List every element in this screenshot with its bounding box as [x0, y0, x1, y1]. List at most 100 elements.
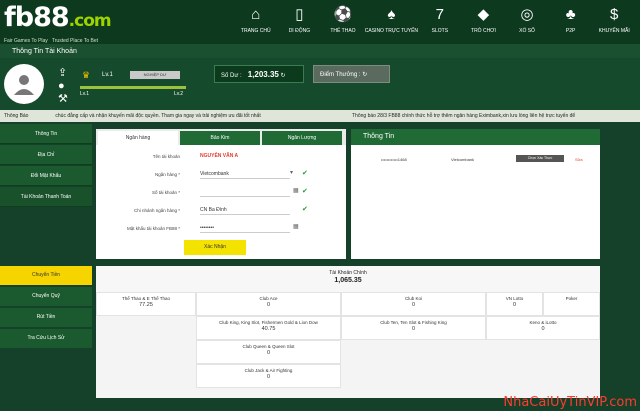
brand-logo[interactable]: fb88.com Fair Games To Play Trusted Plac… — [4, 4, 136, 42]
saved-account-panel: Thông Tin ••••••••••••1468 Vietcombank S… — [351, 129, 600, 259]
funds-item[interactable]: Rút Tiền — [0, 308, 92, 327]
nav-label: CASINO TRỰC TUYẾN — [365, 28, 418, 34]
wallet-value: 0 — [197, 350, 340, 356]
wallet-name: Club Ace — [197, 296, 340, 301]
nav-label: TRANG CHỦ — [241, 28, 271, 34]
tab-1[interactable]: Bảo Kim — [180, 131, 260, 145]
nav-label: XỔ SỐ — [519, 28, 535, 34]
sidebar-item[interactable]: Thông Tin — [0, 124, 92, 144]
nav-item[interactable]: 7 SLOTS — [418, 6, 462, 42]
refresh-icon[interactable]: ↻ — [281, 73, 286, 79]
wallet-name: Club King, King Slot, Fishermen Gold & L… — [197, 320, 340, 325]
saved-bank-name: Vietcombank — [451, 157, 474, 162]
wallet-value: 0 — [487, 302, 542, 308]
wallet-panel: Tài Khoản Chính 1,065.35 Thể Thao & E Th… — [96, 266, 600, 398]
account-sidebar: Thông TinĐịa ChỉĐổi Mật KhẩuTài Khoản Th… — [0, 124, 92, 208]
lottery-icon: ◎ — [518, 6, 536, 24]
branch-input[interactable]: CN Ba Đình — [200, 205, 290, 215]
tab-2[interactable]: Ngân Lượng — [262, 131, 342, 145]
nav-item[interactable]: ◆TRÒ CHƠI — [462, 6, 506, 42]
password-row: Mật khẩu tài khoản FB88 * •••••••• ▦ — [96, 223, 346, 235]
brand-name: fb88.com — [4, 4, 136, 35]
keyboard-icon[interactable]: ▦ — [293, 223, 299, 230]
keyboard-icon[interactable]: ▦ — [293, 187, 299, 194]
nav-item[interactable]: ▯ DI ĐỘNG — [278, 6, 322, 42]
slot-machine-icon: 7 — [431, 6, 449, 24]
level-progress-bar — [80, 86, 186, 89]
check-icon: ✔ — [302, 169, 308, 177]
nav-item[interactable]: $ KHUYẾN MÃI — [592, 6, 636, 42]
saved-account-number: ••••••••••••1468 — [381, 157, 407, 162]
funds-item[interactable]: Chuyển Quỹ — [0, 287, 92, 306]
nav-label: KHUYẾN MÃI — [599, 28, 630, 34]
wallet-name: Club Jack & Air Fighting — [197, 368, 340, 373]
cards-icon: ♠ — [382, 6, 400, 24]
promotion-icon: $ — [605, 6, 623, 24]
wallet-cell: VN Lotto0 — [486, 292, 543, 316]
account-number-row: Số tài khoản * ▦ ✔ — [96, 187, 346, 199]
notice-text: chúc đằng cấp và nhận khuyến mãi độc quy… — [55, 113, 260, 119]
main-account-label: Tài Khoản Chính — [96, 270, 600, 276]
funds-item[interactable]: Chuyển Tiền — [0, 266, 92, 285]
wallet-name: Keno & iLotto — [487, 320, 599, 325]
upload-icon[interactable]: ⇪ — [58, 66, 67, 79]
mobile-icon: ▯ — [290, 6, 308, 24]
wallet-cell: Club Queen & Queen Slot0 — [196, 340, 341, 364]
watermark: NhaCaiUyTinVIP.com — [503, 395, 637, 410]
edit-link[interactable]: Sửa — [575, 157, 583, 162]
password-input[interactable]: •••••••• — [200, 223, 290, 233]
avatar[interactable] — [4, 64, 44, 104]
wallet-name: VN Lotto — [487, 296, 542, 301]
tools-icon[interactable]: ⚒ — [58, 92, 68, 105]
wallet-cell: Club King, King Slot, Fishermen Gold & L… — [196, 316, 341, 340]
user-icon[interactable]: ● — [58, 80, 65, 92]
sidebar-item[interactable]: Tài Khoản Thanh Toán — [0, 187, 92, 207]
check-icon: ✔ — [302, 205, 308, 213]
notice-badge: Thông Báo — [4, 113, 54, 119]
bank-row: Ngân hàng * Vietcombank ▾ ✔ — [96, 169, 346, 181]
wallet-value: 0 — [487, 326, 599, 332]
nav-label: SLOTS — [432, 28, 448, 34]
level-to: Lv.2 — [174, 91, 183, 97]
branch-row: Chi nhánh ngân hàng * CN Ba Đình ✔ — [96, 205, 346, 217]
bank-select[interactable]: Vietcombank — [200, 169, 290, 179]
soccer-ball-icon: ⚽ — [334, 6, 352, 24]
nav-label: DI ĐỘNG — [289, 28, 310, 34]
balance-value: 1,203.35 — [248, 70, 279, 79]
chevron-down-icon: ▾ — [290, 169, 293, 176]
wallet-name: Club Queen & Queen Slot — [197, 344, 340, 349]
nav-item[interactable]: ⌂ TRANG CHỦ — [234, 6, 278, 42]
wallet-cell: Club Ten, Ten Slot & Fishing King0 — [341, 316, 486, 340]
wallet-name: Club Ten, Ten Slot & Fishing King — [342, 320, 485, 325]
wallet-value: 0 — [197, 302, 340, 308]
points-box[interactable]: Điểm Thưởng : ↻ — [313, 65, 390, 83]
level-label: Lv.1 — [102, 72, 113, 78]
p2p-icon: ♣ — [562, 6, 580, 24]
notice-text-2: Thông báo 28/3 FB88 chính thức hỗ trợ th… — [352, 113, 575, 119]
nav-label: TRÒ CHƠI — [471, 28, 496, 34]
verify-button[interactable]: Chọn Xác Thực — [516, 155, 564, 162]
check-icon: ✔ — [302, 187, 308, 195]
wallet-cell: Club Ace0 — [196, 292, 341, 316]
nav-item[interactable]: ♣P2P — [549, 6, 593, 42]
wallet-cell: Poker — [543, 292, 600, 316]
level-from: Lv.1 — [80, 91, 89, 97]
home-icon: ⌂ — [247, 6, 265, 24]
sidebar-item[interactable]: Địa Chỉ — [0, 145, 92, 165]
top-bar: fb88.com Fair Games To Play Trusted Plac… — [0, 0, 640, 44]
nav-item[interactable]: ⚽THỂ THAO — [321, 6, 365, 42]
wallet-value: 40.75 — [197, 326, 340, 332]
wallet-name: Club Koi — [342, 296, 485, 301]
info-title: Thông Tin — [351, 129, 600, 145]
confirm-button[interactable]: Xác Nhận — [184, 240, 246, 255]
wallet-value: 0 — [197, 374, 340, 380]
tab-0[interactable]: Ngân hàng — [98, 131, 178, 145]
wallet-cell: Thể Thao & E Thể Thao77.25 — [96, 292, 196, 316]
wallet-name: Poker — [544, 296, 599, 301]
funds-item[interactable]: Tra Cứu Lịch Sử — [0, 329, 92, 348]
nav-item[interactable]: ♠ CASINO TRỰC TUYẾN — [365, 6, 418, 42]
wallet-cell: Club Jack & Air Fighting0 — [196, 364, 341, 388]
nav-item[interactable]: ◎ XỔ SỐ — [505, 6, 549, 42]
sidebar-item[interactable]: Đổi Mật Khẩu — [0, 166, 92, 186]
account-number-input[interactable] — [200, 187, 290, 197]
